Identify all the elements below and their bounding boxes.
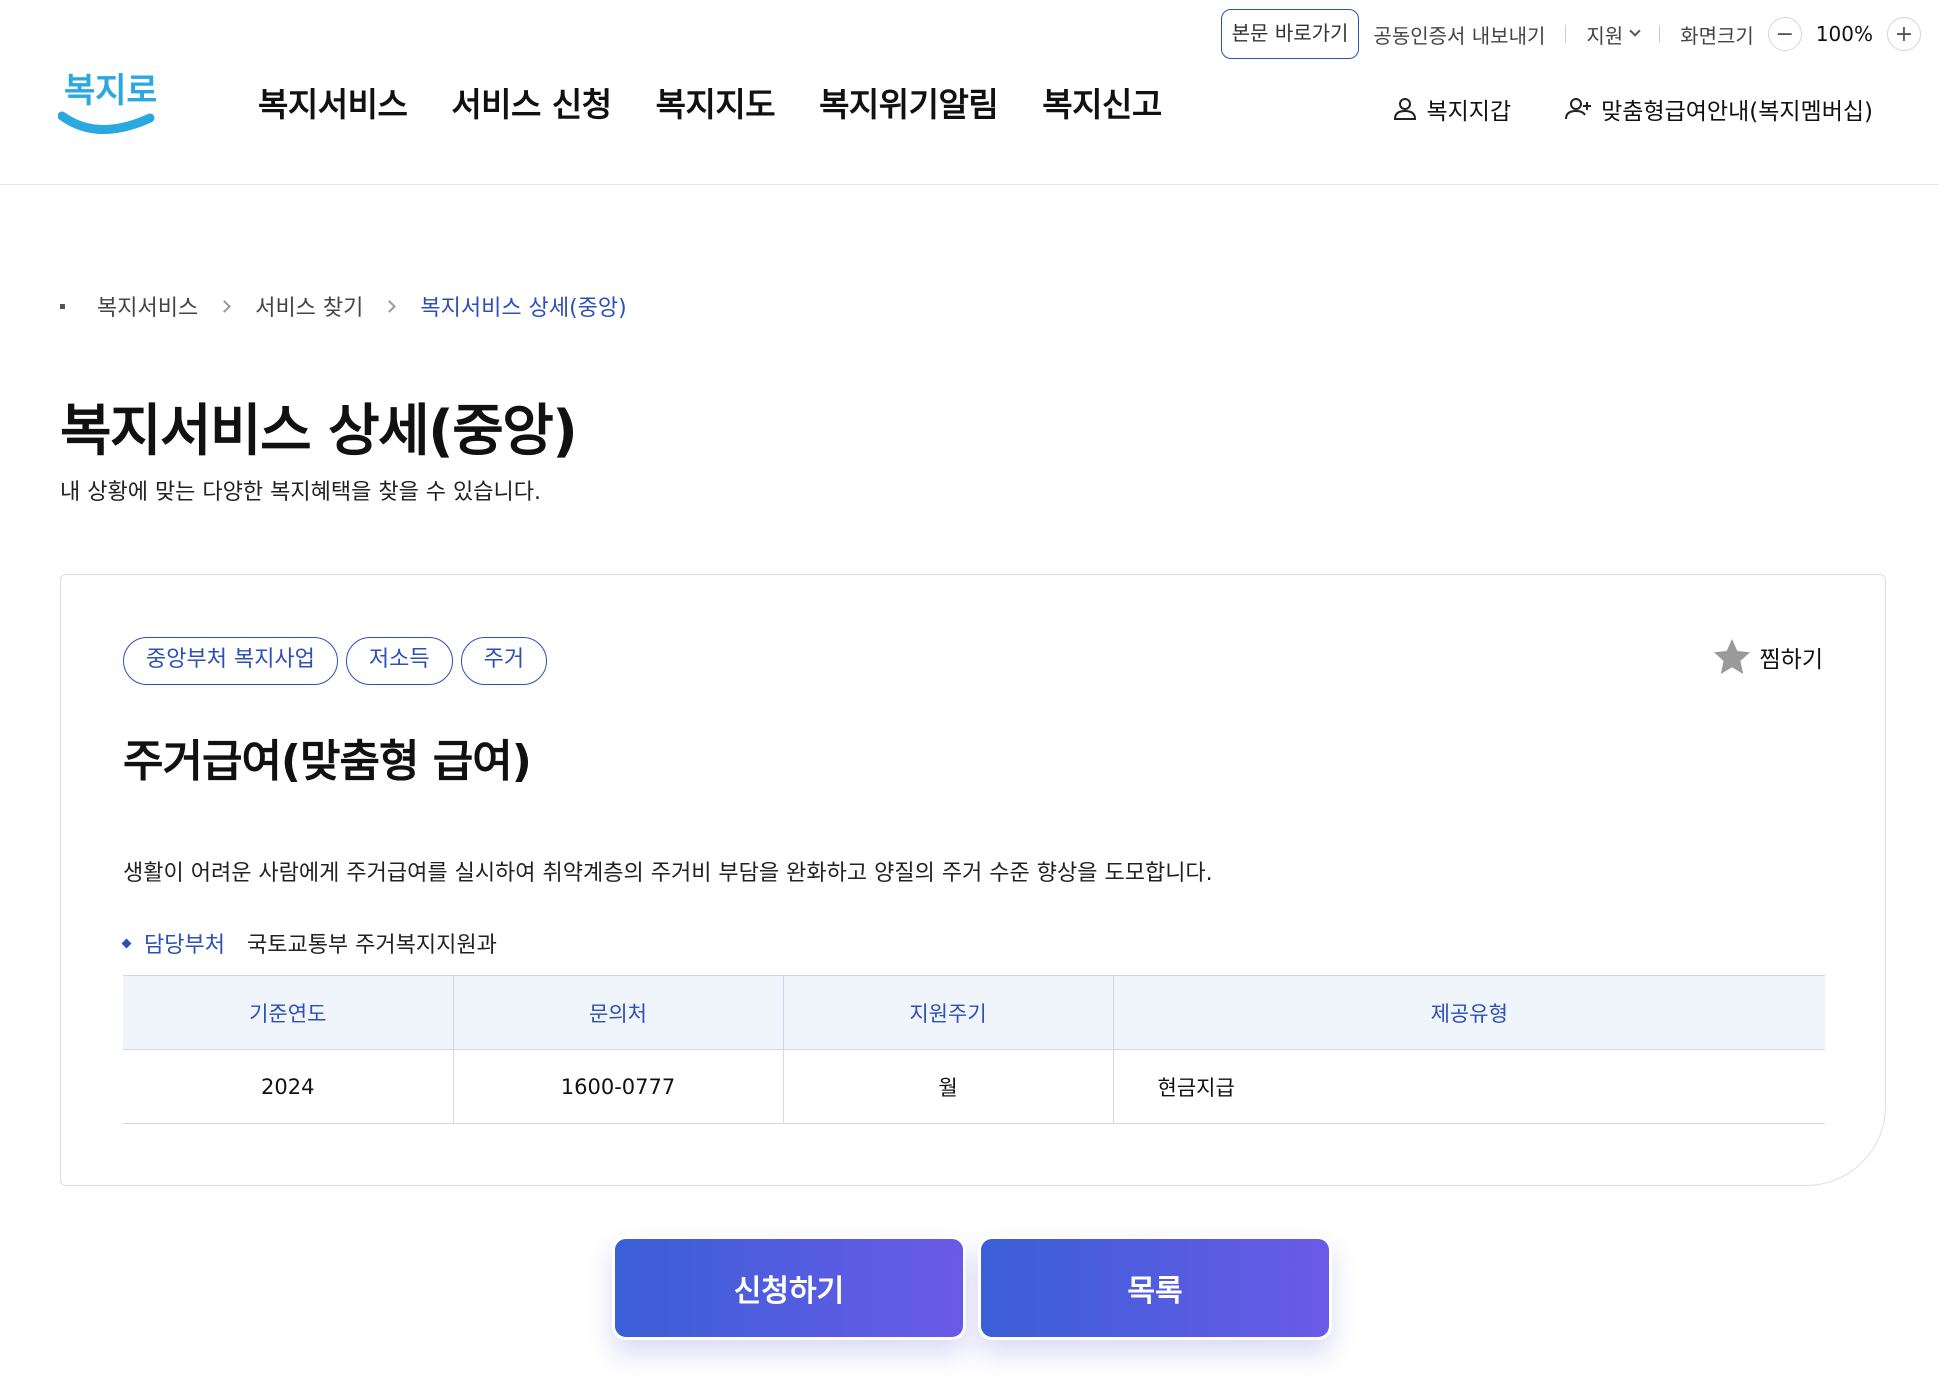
- wallet-label: 복지지갑: [1426, 99, 1512, 125]
- tag-low-income[interactable]: 저소득: [345, 637, 453, 685]
- service-info-table: 기준연도 문의처 지원주기 제공유형 2024 1600-0777 월 현금지급: [123, 975, 1825, 1124]
- chevron-right-icon: [383, 299, 397, 313]
- home-bullet-icon: [60, 303, 65, 309]
- col-contact: 문의처: [453, 975, 784, 1050]
- page-title: 복지서비스 상세(중앙): [60, 399, 578, 464]
- zoom-in-button[interactable]: +: [1887, 17, 1921, 51]
- star-icon: [1713, 639, 1750, 674]
- service-detail-card: 중앙부처 복지사업 저소득 주거 찜하기 주거급여(맞춤형 급여) 생활이 어려…: [60, 574, 1886, 1186]
- cell-base-year: 2024: [123, 1049, 454, 1124]
- logo-lettering: 복지로: [64, 71, 156, 111]
- cell-contact: 1600-0777: [453, 1049, 784, 1124]
- nav-item-welfare-report[interactable]: 복지신고: [1042, 78, 1162, 126]
- zoom-out-button[interactable]: −: [1767, 17, 1802, 51]
- tag-housing[interactable]: 주거: [460, 637, 548, 685]
- service-title: 주거급여(맞춤형 급여): [123, 736, 532, 787]
- favorite-button[interactable]: 찜하기: [1712, 637, 1823, 677]
- breadcrumb-item-find-service[interactable]: 서비스 찾기: [255, 290, 363, 322]
- logo-mark-icon: 복지로: [57, 71, 158, 134]
- support-label: 지원: [1586, 23, 1624, 48]
- apply-button[interactable]: 신청하기: [612, 1236, 966, 1340]
- col-support-cycle: 지원주기: [783, 975, 1114, 1050]
- breadcrumb-item-welfare-service[interactable]: 복지서비스: [97, 290, 198, 322]
- table-row: 2024 1600-0777 월 현금지급: [123, 1049, 1825, 1124]
- diamond-bullet-icon: [121, 938, 132, 948]
- action-buttons: 신청하기 목록: [612, 1236, 1332, 1340]
- page-description: 내 상황에 맞는 다양한 복지혜택을 찾을 수 있습니다.: [60, 480, 541, 505]
- table-header-row: 기준연도 문의처 지원주기 제공유형: [123, 975, 1825, 1050]
- list-button[interactable]: 목록: [978, 1236, 1332, 1340]
- membership-label: 맞춤형급여안내(복지멤버십): [1601, 99, 1873, 125]
- divider: [1565, 25, 1567, 43]
- cell-provision-type: 현금지급: [1113, 1049, 1825, 1124]
- site-logo[interactable]: 복지로: [57, 60, 158, 146]
- header-links: 복지지갑 맞춤형급여안내(복지멤버십): [1392, 92, 1873, 126]
- department-row: 담당부처 국토교통부 주거복지지원과: [121, 927, 497, 959]
- tag-central-ministry[interactable]: 중앙부처 복지사업: [123, 637, 338, 685]
- main-nav: 복지서비스 서비스 신청 복지지도 복지위기알림 복지신고: [258, 78, 1162, 126]
- chevron-down-icon: [1629, 25, 1641, 37]
- zoom-level: 100%: [1815, 22, 1873, 46]
- support-menu[interactable]: 지원: [1586, 20, 1641, 49]
- nav-item-crisis-alert[interactable]: 복지위기알림: [819, 78, 999, 126]
- nav-item-service-apply[interactable]: 서비스 신청: [451, 78, 612, 126]
- nav-item-welfare-map[interactable]: 복지지도: [656, 78, 776, 126]
- breadcrumb-item-current: 복지서비스 상세(중앙): [420, 296, 627, 321]
- divider: [1659, 25, 1661, 43]
- favorite-label: 찜하기: [1759, 647, 1823, 673]
- wallet-link[interactable]: 복지지갑: [1392, 92, 1511, 126]
- cert-export-link[interactable]: 공동인증서 내보내기: [1373, 20, 1545, 49]
- department-value: 국토교통부 주거복지지원과: [246, 933, 497, 958]
- service-tags: 중앙부처 복지사업 저소득 주거: [123, 637, 548, 685]
- nav-item-welfare-service[interactable]: 복지서비스: [258, 78, 408, 126]
- col-provision-type: 제공유형: [1113, 975, 1825, 1050]
- service-description: 생활이 어려운 사람에게 주거급여를 실시하여 취약계층의 주거비 부담을 완화…: [123, 861, 1213, 886]
- chevron-right-icon: [218, 299, 232, 313]
- utility-bar: 본문 바로가기 공동인증서 내보내기 지원 화면크기 − 100% +: [1220, 9, 1921, 59]
- breadcrumb: 복지서비스 서비스 찾기 복지서비스 상세(중앙): [60, 290, 627, 322]
- membership-link[interactable]: 맞춤형급여안내(복지멤버십): [1565, 92, 1873, 126]
- screen-size-label: 화면크기: [1680, 23, 1754, 48]
- header-divider: [0, 184, 1939, 185]
- skip-to-content-link[interactable]: 본문 바로가기: [1220, 9, 1360, 59]
- user-icon: [1394, 98, 1417, 120]
- col-base-year: 기준연도: [123, 975, 454, 1050]
- department-label: 담당부처: [144, 933, 225, 958]
- cell-support-cycle: 월: [783, 1049, 1114, 1124]
- user-plus-icon: [1565, 98, 1592, 120]
